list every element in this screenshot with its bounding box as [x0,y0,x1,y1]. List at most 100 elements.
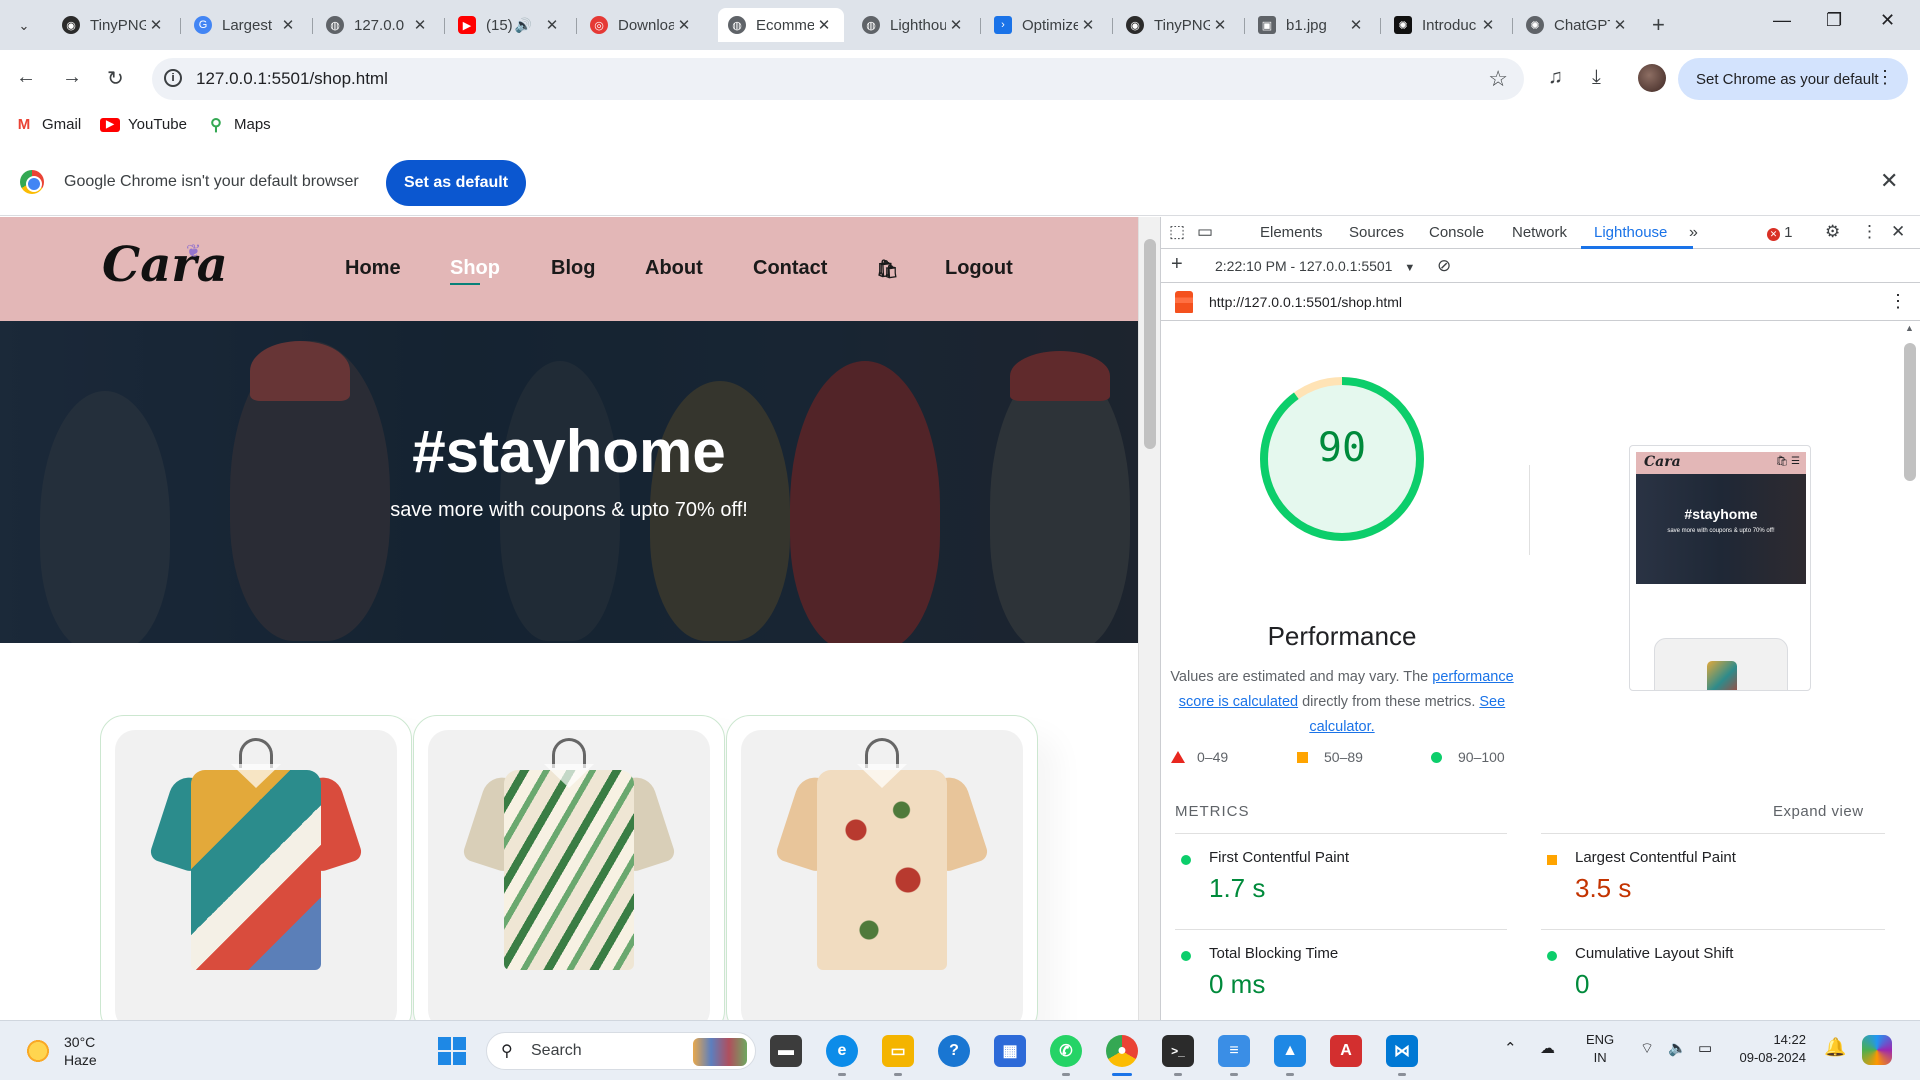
devtools-tab-sources[interactable]: Sources [1349,224,1404,241]
product-card[interactable] [726,715,1038,1020]
minimize-button[interactable]: — [1773,10,1791,31]
device-toolbar-icon[interactable]: ▭ [1197,222,1213,242]
devtools-tab-elements[interactable]: Elements [1260,224,1323,241]
media-control-icon[interactable]: ♫ [1548,66,1563,89]
tab[interactable]: ✺ Introduc ✕ [1384,8,1508,42]
tab[interactable]: ▶ (15) 🔊 ✕ [448,8,572,42]
file-explorer-app-icon[interactable]: ▭ [882,1035,914,1067]
devtools-scrollbar[interactable]: ▲ [1899,321,1920,1020]
devtools-scrollbar-thumb[interactable] [1904,343,1916,481]
speaker-icon[interactable]: 🔊 [515,17,532,34]
report-selector[interactable]: 2:22:10 PM - 127.0.0.1:5501 ▼ [1215,258,1415,274]
restore-button[interactable]: ❐ [1826,10,1842,31]
product-image[interactable] [115,730,397,1020]
tab-close-icon[interactable]: ✕ [1610,16,1630,34]
nav-blog[interactable]: Blog [551,257,595,280]
close-window-button[interactable]: ✕ [1880,10,1895,31]
set-as-default-button[interactable]: Set as default [386,160,526,206]
tab-close-icon[interactable]: ✕ [814,16,834,34]
address-bar[interactable]: i 127.0.0.1:5501/shop.html ☆ [152,58,1524,100]
tab[interactable]: ◍ 127.0.0 ✕ [316,8,440,42]
bookmark-youtube[interactable]: ▶ YouTube [100,116,187,133]
nav-logout[interactable]: Logout [945,257,1013,280]
new-tab-button[interactable]: + [1652,12,1665,38]
tab[interactable]: ◎ Download ✕ [580,8,704,42]
devtools-settings-icon[interactable]: ⚙ [1825,222,1840,242]
bookmark-star-icon[interactable]: ☆ [1488,66,1508,92]
scroll-up-icon[interactable]: ▲ [1905,323,1914,333]
tab-close-icon[interactable]: ✕ [146,16,166,34]
tab-close-icon[interactable]: ✕ [1078,16,1098,34]
performance-gauge[interactable]: 90 [1256,373,1428,545]
tray-overflow-icon[interactable]: ⌃ [1504,1039,1517,1057]
wifi-icon[interactable]: ⌔ [1640,1039,1654,1058]
tab[interactable]: ◉ TinyPNG ✕ [1116,8,1240,42]
profile-avatar[interactable] [1638,64,1666,92]
site-info-icon[interactable]: i [164,69,182,87]
system-clock[interactable]: 14:22 09-08-2024 [1736,1031,1807,1067]
bookmark-maps[interactable]: ⚲ Maps [206,116,271,134]
set-chrome-default-button[interactable]: Set Chrome as your default ⋮ [1678,58,1908,100]
bookmark-gmail[interactable]: M Gmail [14,116,81,133]
report-menu-icon[interactable]: ⋮ [1889,291,1907,312]
forward-button[interactable]: → [62,66,82,89]
photos-app-icon[interactable]: ▲ [1274,1035,1306,1067]
terminal-app-icon[interactable]: >_ [1162,1035,1194,1067]
nav-contact[interactable]: Contact [753,257,827,280]
taskbar-search[interactable]: ⚲ Search [486,1032,756,1070]
tab-close-icon[interactable]: ✕ [1478,16,1498,34]
nav-home[interactable]: Home [345,257,401,280]
chrome-app-icon[interactable]: ● [1106,1035,1138,1067]
devtools-tab-console[interactable]: Console [1429,224,1484,241]
language-indicator[interactable]: ENG IN [1586,1031,1614,1067]
error-badge[interactable]: ✕ 1 [1767,224,1793,241]
devtools-tab-lighthouse[interactable]: Lighthouse [1594,224,1667,241]
tab-close-icon[interactable]: ✕ [674,16,694,34]
notepad-app-icon[interactable]: ≡ [1218,1035,1250,1067]
store-app-icon[interactable]: ▦ [994,1035,1026,1067]
tab-search-button[interactable]: ⌄ [10,12,38,40]
url-text[interactable]: 127.0.0.1:5501/shop.html [196,69,388,89]
tab[interactable]: ✺ ChatGPT ✕ [1516,8,1640,42]
download-icon[interactable]: ⤓ [1592,66,1601,89]
nav-about[interactable]: About [645,257,703,280]
copilot-icon[interactable] [1862,1035,1892,1065]
whatsapp-app-icon[interactable]: ✆ [1050,1035,1082,1067]
tab-close-icon[interactable]: ✕ [946,16,966,34]
notification-bell-icon[interactable]: 🔔 [1824,1037,1846,1058]
chrome-menu-icon[interactable]: ⋮ [1876,67,1894,88]
product-image[interactable] [741,730,1023,1020]
expand-view-toggle[interactable]: Expand view [1773,803,1864,820]
reload-button[interactable]: ↻ [107,66,124,91]
battery-icon[interactable]: ▭ [1698,1039,1712,1057]
vscode-app-icon[interactable]: ⋈ [1386,1035,1418,1067]
tab-close-icon[interactable]: ✕ [1210,16,1230,34]
inspect-element-icon[interactable]: ⬚ [1169,222,1185,242]
final-screenshot-thumbnail[interactable]: Cara 🛍 ☰ #stayhome save more with coupon… [1629,445,1811,691]
tab[interactable]: ▣ b1.jpg ✕ [1248,8,1376,42]
tab-close-icon[interactable]: ✕ [410,16,430,34]
product-card[interactable] [413,715,725,1020]
clear-reports-icon[interactable]: ⊘ [1437,256,1451,276]
shopping-bag-icon[interactable]: 🛍 [876,259,899,280]
taskview-app-icon[interactable]: ▬ [770,1035,802,1067]
devtools-menu-icon[interactable]: ⋮ [1861,222,1878,242]
onedrive-icon[interactable]: ☁ [1540,1039,1555,1057]
weather-sun-icon[interactable] [24,1037,52,1065]
page-scrollbar[interactable] [1138,217,1160,1020]
back-button[interactable]: ← [16,66,36,89]
tab[interactable]: ◉ TinyPNG ✕ [52,8,176,42]
page-scrollbar-thumb[interactable] [1144,239,1156,449]
tab-close-icon[interactable]: ✕ [542,16,562,34]
tab[interactable]: G Largest ✕ [184,8,308,42]
tab-close-icon[interactable]: ✕ [278,16,298,34]
devtools-close-icon[interactable]: ✕ [1891,222,1905,242]
site-logo[interactable]: Cara [102,237,228,293]
more-tabs-icon[interactable]: » [1689,224,1698,242]
new-report-icon[interactable]: + [1171,253,1183,276]
weather-widget[interactable]: 30°C Haze [64,1033,97,1069]
help-app-icon[interactable]: ? [938,1035,970,1067]
infobar-close-icon[interactable]: ✕ [1880,168,1898,194]
tab[interactable]: ◍ Lighthouse ✕ [852,8,976,42]
product-card[interactable] [100,715,412,1020]
